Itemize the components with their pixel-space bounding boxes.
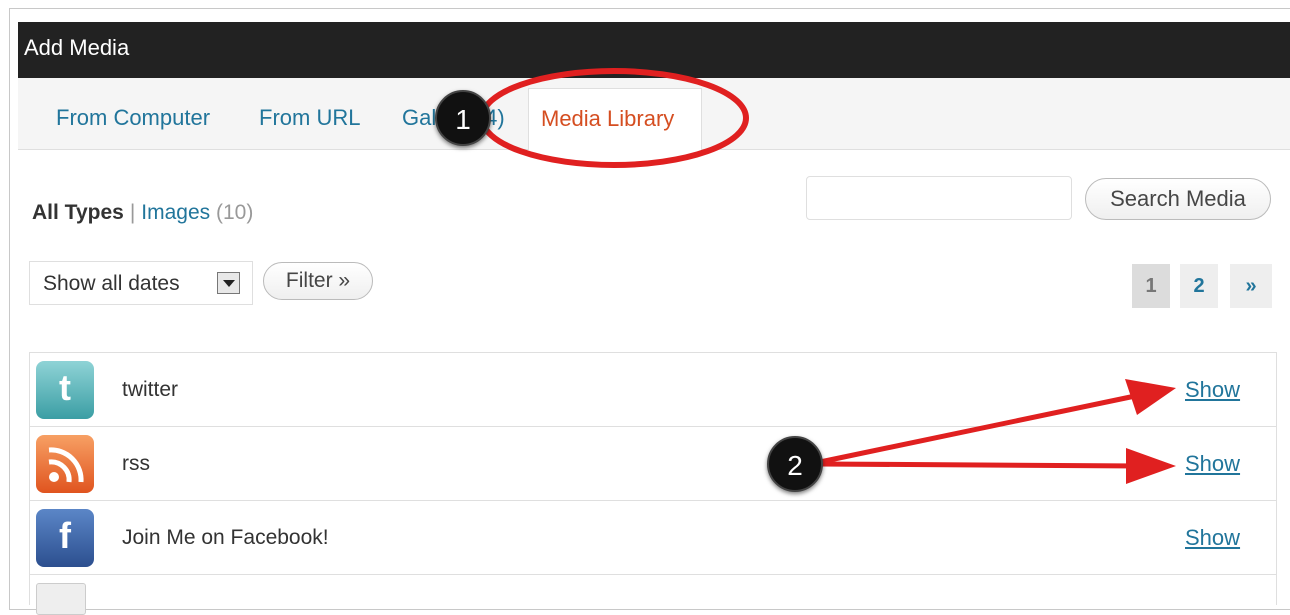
- annotation-overlay: [479, 68, 1176, 484]
- highlight-ellipse: [479, 68, 749, 168]
- annotation-arrow: [819, 392, 1141, 465]
- annotation-arrow: [819, 461, 1141, 469]
- callout-1-badge: 1: [435, 90, 491, 146]
- callout-2-badge: 2: [767, 436, 823, 492]
- arrow-head: [1125, 379, 1176, 415]
- arrow-head: [1126, 448, 1176, 484]
